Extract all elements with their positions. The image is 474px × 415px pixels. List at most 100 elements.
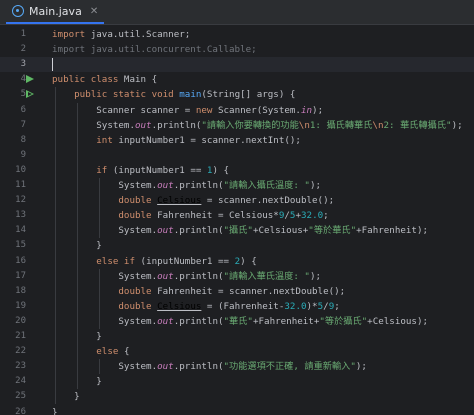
- text-caret: [52, 58, 53, 72]
- code-line[interactable]: 4 public class Main {: [0, 72, 474, 87]
- code-token: Fahrenheit = scanner.nextDouble();: [157, 285, 346, 297]
- code-line[interactable]: 3: [0, 57, 474, 73]
- code-token: 32.0: [284, 300, 307, 312]
- code-token: }: [52, 391, 80, 403]
- code-text: System.out.println("請輸入你要轉換的功能\n1: 攝氏轉華氏…: [52, 118, 462, 133]
- code-token: new: [195, 104, 218, 116]
- code-token: ;: [334, 300, 340, 312]
- code-token: }: [52, 406, 58, 415]
- code-line[interactable]: 18 double Fahrenheit = scanner.nextDoubl…: [0, 284, 474, 299]
- code-token: ) {: [212, 164, 230, 176]
- line-number: 18: [15, 285, 26, 296]
- code-line[interactable]: 26}: [0, 405, 474, 415]
- code-line[interactable]: 2 import java.util.concurrent.Callable;: [0, 42, 474, 57]
- code-token: 2: 華氏轉攝氏": [383, 119, 452, 131]
- code-line[interactable]: 25 }: [0, 389, 474, 404]
- indent-guide: [99, 178, 100, 239]
- code-token: ;: [323, 210, 329, 222]
- code-text: double Fahrenheit = scanner.nextDouble()…: [52, 284, 345, 299]
- code-line[interactable]: 19 double Celsious = (Fahrenheit-32.0)*5…: [0, 299, 474, 314]
- code-line[interactable]: 16 else if (inputNumber1 == 2) {: [0, 254, 474, 269]
- indent-guide: [55, 87, 56, 405]
- code-line[interactable]: 9: [0, 148, 474, 163]
- code-line[interactable]: 14 System.out.println("攝氏"+Celsious+"等於華…: [0, 223, 474, 238]
- code-line[interactable]: 8 int inputNumber1 = scanner.nextInt();: [0, 133, 474, 148]
- code-token: .println(: [151, 119, 202, 131]
- code-line[interactable]: 15 }: [0, 238, 474, 253]
- line-number: 3: [20, 59, 26, 70]
- code-token: double: [118, 300, 158, 312]
- line-number: 19: [15, 300, 26, 311]
- code-line[interactable]: 5 public static void main(String[] args)…: [0, 87, 474, 102]
- code-token: System.: [52, 180, 158, 191]
- code-line[interactable]: 24 }: [0, 374, 474, 389]
- code-text: public class Main {: [52, 72, 157, 87]
- indent-guide: [77, 102, 78, 390]
- code-token: );: [309, 270, 322, 282]
- code-line[interactable]: 7 System.out.println("請輸入你要轉換的功能\n1: 攝氏轉…: [0, 118, 474, 133]
- line-number: 17: [15, 270, 26, 281]
- code-token: = (Fahrenheit-: [201, 300, 285, 312]
- run-gutter-icon[interactable]: [26, 75, 34, 84]
- line-number: 24: [15, 376, 26, 387]
- code-token: .println(: [173, 361, 224, 373]
- code-token: );: [309, 180, 322, 191]
- code-text: import java.util.Scanner;: [52, 27, 190, 42]
- line-number: 12: [15, 195, 26, 206]
- code-token: Celsious: [157, 300, 202, 312]
- ide-window: Main.java ✕ 1 import java.util.Scanner; 2 i…: [0, 0, 474, 415]
- code-token: System.: [52, 315, 158, 327]
- line-number: 15: [15, 240, 26, 251]
- code-token: public static void: [74, 89, 180, 101]
- code-token: System.: [52, 119, 135, 131]
- line-number: 9: [20, 149, 26, 160]
- code-token: .println(: [173, 270, 224, 282]
- code-line[interactable]: 20 System.out.println("華氏"+Fahrenheit+"等…: [0, 314, 474, 329]
- code-token: import java.util.concurrent.Callable;: [52, 44, 257, 56]
- code-token: inputNumber1 = scanner.nextInt();: [118, 134, 301, 146]
- code-token: public class: [52, 74, 124, 86]
- code-token: )*: [306, 300, 318, 312]
- code-editor[interactable]: 1 import java.util.Scanner; 2 import java.u…: [0, 25, 474, 415]
- code-token: System.: [52, 361, 158, 373]
- code-token: "攝氏": [223, 225, 253, 237]
- code-token: out: [157, 180, 174, 191]
- code-text: }: [52, 389, 80, 404]
- code-line[interactable]: 17 System.out.println("請輸入華氏溫度: ");: [0, 269, 474, 284]
- code-text: double Celsious = scanner.nextDouble();: [52, 193, 334, 208]
- code-line[interactable]: 12 double Celsious = scanner.nextDouble(…: [0, 193, 474, 208]
- code-token: out: [157, 361, 174, 373]
- code-text: System.out.println("請輸入攝氏溫度: ");: [52, 178, 321, 193]
- code-token: if: [96, 164, 113, 176]
- close-icon[interactable]: ✕: [90, 6, 98, 17]
- code-line[interactable]: 13 double Fahrenheit = Celsious*9/5+32.0…: [0, 208, 474, 223]
- code-token: out: [157, 315, 174, 327]
- tab-label: Main.java: [29, 4, 82, 18]
- code-token: "請輸入攝氏溫度: ": [223, 180, 310, 191]
- line-number: 6: [20, 104, 26, 115]
- code-line[interactable]: 21 }: [0, 329, 474, 344]
- code-line[interactable]: 1 import java.util.Scanner;: [0, 27, 474, 42]
- code-token: );: [312, 104, 324, 116]
- code-token: +Fahrenheit+: [252, 315, 320, 327]
- line-number: 5: [20, 89, 26, 100]
- code-line[interactable]: 6 Scanner scanner = new Scanner(System.i…: [0, 103, 474, 118]
- code-token: import: [52, 29, 91, 40]
- line-number: 7: [20, 119, 26, 130]
- code-token: (inputNumber1 ==: [112, 164, 207, 176]
- code-line[interactable]: 10 if (inputNumber1 == 1) {: [0, 163, 474, 178]
- code-line[interactable]: 11 System.out.println("請輸入攝氏溫度: ");: [0, 178, 474, 193]
- tab-main-java[interactable]: Main.java ✕: [6, 0, 105, 24]
- code-line[interactable]: 22 else {: [0, 344, 474, 359]
- code-token: ) {: [240, 255, 257, 267]
- code-line[interactable]: 23 System.out.println("功能選項不正確, 請重新輸入");: [0, 359, 474, 374]
- code-text: int inputNumber1 = scanner.nextInt();: [52, 133, 301, 148]
- run-gutter-icon[interactable]: [26, 90, 34, 99]
- code-token: double: [118, 285, 158, 297]
- line-number: 23: [15, 361, 26, 372]
